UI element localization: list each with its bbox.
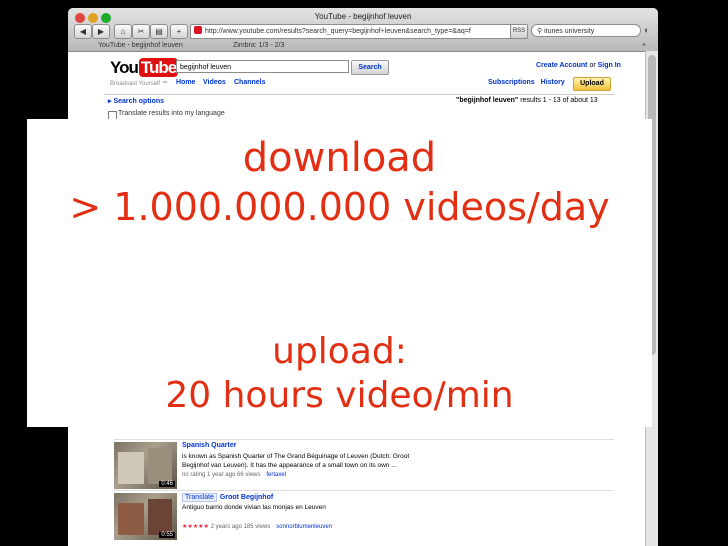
video-duration: 0:55: [159, 532, 175, 538]
overlay-line-downloads-count: > 1.000.000.000 videos/day: [69, 185, 610, 229]
video-thumbnail[interactable]: 0:55: [114, 493, 177, 540]
youtube-logo[interactable]: You Tube: [110, 58, 179, 80]
rating-stars: ★★★★★: [182, 524, 209, 530]
results-count: "begijnhof leuven" results 1 - 13 of abo…: [456, 97, 598, 104]
logo-you: You: [110, 58, 139, 77]
search-options-link[interactable]: ▸ Search options: [108, 97, 164, 105]
tools-icon: ✂: [137, 27, 145, 36]
forward-arrow-icon: ▶: [97, 27, 105, 36]
search-options-label: Search options: [113, 98, 165, 105]
nav-home[interactable]: Home: [176, 79, 195, 86]
video-meta: ★★★★★ 2 years ago 185 views sonnorblumenl…: [182, 523, 332, 530]
tools-button[interactable]: ✂: [132, 24, 150, 39]
header-divider: [104, 94, 614, 95]
back-button[interactable]: ◀: [74, 24, 92, 39]
tab-youtube[interactable]: YouTube - begijnhof leuven: [98, 40, 183, 51]
youtube-favicon-icon: [194, 26, 202, 34]
add-bookmark-button[interactable]: +: [170, 24, 188, 39]
nav-channels[interactable]: Channels: [234, 79, 266, 86]
browser-search-text: itunes university: [544, 28, 595, 35]
sign-in-link[interactable]: Sign In: [598, 62, 621, 69]
bookmark-button[interactable]: ▤: [150, 24, 168, 39]
nav-videos[interactable]: Videos: [203, 79, 226, 86]
translate-label: Translate results into my language: [118, 110, 225, 117]
address-bar-text: http://www.youtube.com/results?search_qu…: [205, 28, 471, 35]
browser-search-field[interactable]: ⚲ itunes university: [531, 24, 641, 37]
overlay-line-upload-rate: 20 hours video/min: [165, 375, 514, 416]
history-link[interactable]: History: [541, 79, 565, 86]
address-bar[interactable]: http://www.youtube.com/results?search_qu…: [190, 24, 512, 39]
video-user[interactable]: fertaxel: [266, 472, 286, 478]
results-query: "begijnhof leuven": [456, 97, 519, 104]
video-result[interactable]: 0:55 Translate Groot Begijnhof Antiguo ba…: [114, 490, 614, 546]
video-thumbnail[interactable]: 0:46: [114, 442, 177, 489]
plus-icon: +: [176, 27, 182, 36]
video-description: is known as Spanish Quarter of The Grand…: [182, 453, 410, 469]
home-icon: ⌂: [120, 27, 126, 36]
video-title[interactable]: Spanish Quarter: [182, 442, 236, 449]
account-links: Create Account or Sign In: [536, 62, 621, 69]
bookmark-icon: ▤: [155, 27, 163, 36]
logo-tube: Tube: [138, 58, 179, 77]
video-stats: no rating 1 year ago 66 views: [182, 472, 261, 478]
title-bar: YouTube - begijnhof leuven ◀ ▶ ⌂ ✂ ▤ + h…: [68, 8, 658, 52]
video-meta: no rating 1 year ago 66 views fertaxel: [182, 472, 286, 478]
video-title[interactable]: Groot Begijnhof: [220, 494, 273, 501]
upload-button[interactable]: Upload: [573, 77, 611, 91]
tab-zimbra[interactable]: Zimbra: 1/3 - 2/3: [233, 40, 284, 51]
video-description: Antiguo barrio donde vivian las monjas e…: [182, 504, 326, 511]
or-text: or: [589, 62, 596, 69]
expand-arrow-icon: ▸: [108, 98, 112, 105]
youtube-search-input[interactable]: begijnhof leuven: [176, 60, 349, 73]
slide-overlay: download > 1.000.000.000 videos/day uplo…: [27, 119, 652, 427]
results-range: results 1 - 13 of about 13: [520, 97, 598, 104]
user-links: Subscriptions History: [488, 79, 565, 86]
video-user[interactable]: sonnorblumenleuven: [276, 524, 332, 530]
home-button[interactable]: ⌂: [114, 24, 132, 39]
overlay-line-download: download: [242, 135, 437, 181]
video-stats: 2 years ago 185 views: [210, 524, 271, 530]
magnifier-icon: ⚲: [537, 28, 543, 35]
slogan: Broadcast Yourself ™: [110, 81, 168, 87]
tab-bar: YouTube - begijnhof leuven Zimbra: 1/3 -…: [68, 40, 658, 51]
page-menu-icon[interactable]: ◐: [644, 25, 649, 35]
back-arrow-icon: ◀: [79, 27, 87, 36]
forward-button[interactable]: ▶: [92, 24, 110, 39]
window-title: YouTube - begijnhof leuven: [314, 12, 412, 21]
overlay-line-upload: upload:: [272, 331, 407, 372]
create-account-link[interactable]: Create Account: [536, 62, 587, 69]
new-tab-icon[interactable]: +: [642, 40, 646, 51]
rss-icon: RSS: [512, 28, 526, 34]
video-title-row: Translate Groot Begijnhof: [182, 493, 273, 502]
translate-tag[interactable]: Translate: [182, 493, 217, 502]
rss-button[interactable]: RSS: [510, 24, 528, 39]
video-duration: 0:46: [159, 481, 175, 487]
subscriptions-link[interactable]: Subscriptions: [488, 79, 535, 86]
youtube-search-button[interactable]: Search: [351, 60, 389, 75]
